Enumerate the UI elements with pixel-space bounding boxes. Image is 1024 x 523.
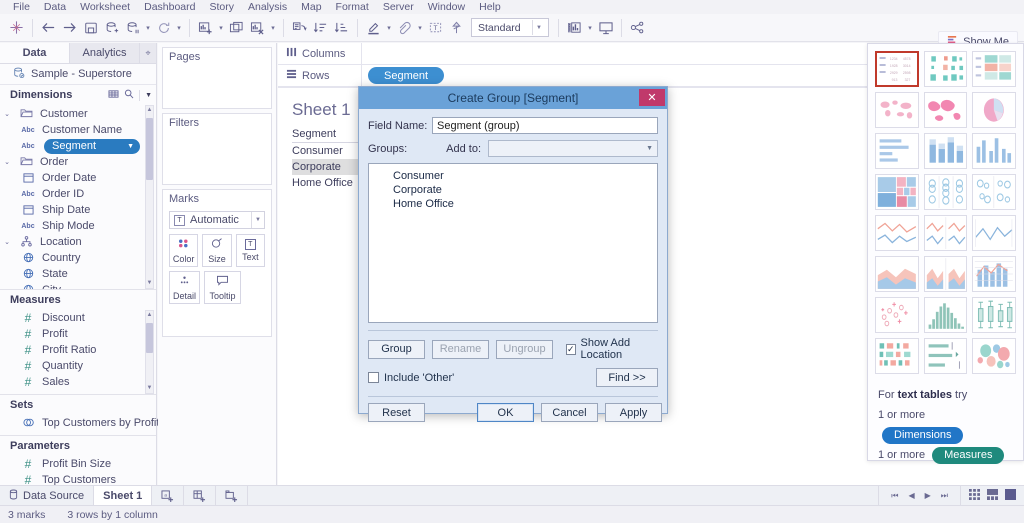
close-icon[interactable]: ✕: [639, 89, 665, 106]
groups-label: Groups:: [368, 142, 408, 155]
field-name-value: Segment (group): [437, 119, 520, 132]
tab-bar-spacer: [248, 486, 880, 505]
status-dimensions: 3 rows by 1 column: [67, 508, 158, 521]
add-to-label: Add to:: [446, 142, 481, 155]
create-group-dialog[interactable]: Create Group [Segment] ✕ Field Name: Seg…: [358, 86, 668, 422]
sheet-nav-buttons: ⏮ ◀ ▶ ⏭: [879, 486, 961, 505]
group-members-listbox[interactable]: Consumer Corporate Home Office: [368, 163, 658, 323]
include-other-label: Include 'Other': [384, 371, 455, 384]
groups-row: Groups: Add to: ▼: [368, 140, 658, 157]
prev-icon[interactable]: ◀: [908, 491, 914, 500]
group-member-item[interactable]: Consumer: [369, 169, 657, 183]
new-dashboard-button[interactable]: [184, 486, 217, 505]
next-icon[interactable]: ▶: [925, 491, 931, 500]
show-add-location-label: Show Add Location: [580, 337, 631, 361]
include-other-checkbox[interactable]: Include 'Other': [368, 372, 454, 384]
status-marks: 3 marks: [8, 508, 46, 521]
tab-data-source[interactable]: Data Source: [0, 486, 95, 505]
modal-overlay: Create Group [Segment] ✕ Field Name: Seg…: [0, 0, 1024, 523]
tab-sheet-1-label: Sheet 1: [103, 489, 143, 502]
dialog-footer-buttons: Reset OK Cancel Apply: [368, 403, 662, 422]
tableau-desktop-window: File Data Worksheet Dashboard Story Analysis M…: [0, 0, 1024, 523]
add-to-dropdown[interactable]: ▼: [488, 140, 658, 157]
reset-button[interactable]: Reset: [368, 403, 425, 422]
svg-text:a: a: [165, 492, 168, 497]
new-story-button[interactable]: [216, 486, 249, 505]
include-other-row: Include 'Other' Find >>: [368, 368, 658, 387]
show-add-location-checkbox[interactable]: ✓ Show Add Location: [566, 337, 658, 361]
show-worksheet-icon[interactable]: [1005, 488, 1016, 503]
dialog-title: Create Group [Segment]: [447, 91, 579, 105]
new-worksheet-button[interactable]: a: [152, 486, 185, 505]
field-name-row: Field Name: Segment (group): [368, 117, 658, 134]
ungroup-button[interactable]: Ungroup: [496, 339, 553, 359]
tab-sheet-1[interactable]: Sheet 1: [94, 486, 153, 505]
dialog-title-bar: Create Group [Segment] ✕: [359, 87, 667, 109]
sheet-tab-bar: Data Source Sheet 1 a ⏮ ◀ ▶ ⏭: [0, 485, 1024, 505]
checkbox-checked-icon: ✓: [566, 343, 576, 355]
field-name-label: Field Name:: [368, 119, 428, 132]
cancel-button[interactable]: Cancel: [541, 403, 598, 422]
show-filmstrip-icon[interactable]: [969, 488, 980, 503]
rename-button[interactable]: Rename: [432, 339, 489, 359]
view-mode-buttons: [961, 486, 1024, 505]
group-member-item[interactable]: Corporate: [369, 183, 657, 197]
find-button[interactable]: Find >>: [596, 368, 658, 387]
first-icon[interactable]: ⏮: [891, 491, 898, 501]
data-source-tab-icon: [9, 489, 18, 503]
status-bar: 3 marks 3 rows by 1 column: [0, 505, 1024, 523]
show-sheet-sorter-icon[interactable]: [987, 488, 998, 503]
tab-data-source-label: Data Source: [23, 489, 85, 502]
dialog-body: Field Name: Segment (group) Groups: Add …: [359, 109, 667, 422]
ok-button[interactable]: OK: [477, 403, 534, 422]
group-member-item[interactable]: Home Office: [369, 197, 657, 211]
last-icon[interactable]: ⏭: [941, 491, 948, 501]
field-name-input[interactable]: Segment (group): [432, 117, 658, 134]
chevron-down-icon: ▼: [646, 145, 653, 152]
group-actions-row: Group Rename Ungroup ✓ Show Add Location: [368, 337, 658, 361]
group-button[interactable]: Group: [368, 339, 425, 359]
checkbox-unchecked-icon: [368, 372, 379, 383]
apply-button[interactable]: Apply: [605, 403, 662, 422]
